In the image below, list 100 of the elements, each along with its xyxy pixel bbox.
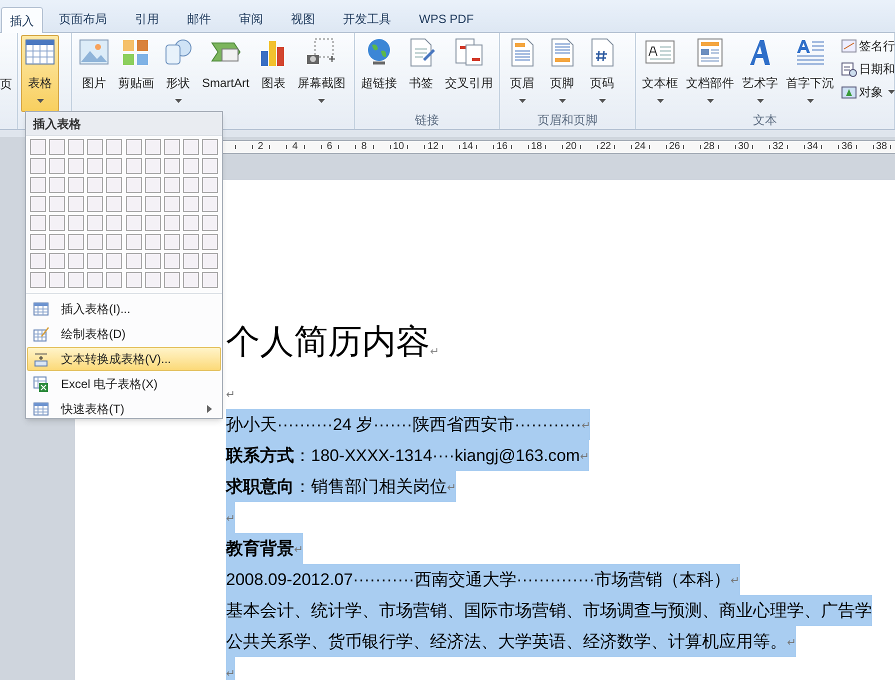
ribbon-button[interactable]: 对象 <box>841 82 895 102</box>
table-grid-cell[interactable] <box>68 234 84 250</box>
table-grid-cell[interactable] <box>49 215 66 231</box>
table-grid-cell[interactable] <box>164 158 180 174</box>
table-grid-cell[interactable] <box>30 253 46 269</box>
ribbon-button[interactable]: 图表 <box>254 35 292 112</box>
table-grid-cell[interactable] <box>49 272 66 288</box>
table-grid-cell[interactable] <box>144 272 161 288</box>
ribbon-tab[interactable]: 页面布局 <box>45 6 121 32</box>
table-grid-cell[interactable] <box>87 177 104 193</box>
ribbon-button[interactable]: 签名行 <box>841 36 895 56</box>
table-grid-cell[interactable] <box>68 177 84 193</box>
ribbon-button[interactable]: 艺术字 <box>739 35 781 112</box>
menu-item[interactable]: 快速表格(T) <box>27 397 221 421</box>
ribbon-tab[interactable]: 插入 <box>1 7 43 33</box>
table-grid-cell[interactable] <box>202 253 218 269</box>
table-grid-cell[interactable] <box>164 215 180 231</box>
menu-item[interactable]: 绘制表格(D) <box>27 322 221 346</box>
table-grid-cell[interactable] <box>106 196 122 212</box>
table-grid-cell[interactable] <box>164 139 180 155</box>
table-grid-cell[interactable] <box>87 215 104 231</box>
table-grid-cell[interactable] <box>106 158 122 174</box>
table-grid-cell[interactable] <box>182 272 199 288</box>
table-grid-cell[interactable] <box>68 158 84 174</box>
ribbon-tab[interactable]: 视图 <box>277 6 329 32</box>
table-grid-cell[interactable] <box>144 139 161 155</box>
table-grid-cell[interactable] <box>87 253 104 269</box>
table-grid-cell[interactable] <box>49 234 66 250</box>
ribbon-button[interactable]: 表格 <box>21 35 59 112</box>
table-grid-cell[interactable] <box>68 196 84 212</box>
table-grid-cell[interactable] <box>68 272 84 288</box>
table-grid-cell[interactable] <box>164 196 180 212</box>
table-grid-cell[interactable] <box>202 215 218 231</box>
table-grid-cell[interactable] <box>87 234 104 250</box>
table-grid-cell[interactable] <box>126 196 142 212</box>
table-grid-cell[interactable] <box>182 158 199 174</box>
table-grid-cell[interactable] <box>182 215 199 231</box>
table-grid-cell[interactable] <box>87 196 104 212</box>
ribbon-button[interactable]: 剪贴画 <box>115 35 157 112</box>
table-grid-cell[interactable] <box>202 158 218 174</box>
table-grid-cell[interactable] <box>126 234 142 250</box>
table-grid-cell[interactable] <box>30 234 46 250</box>
table-grid-cell[interactable] <box>182 196 199 212</box>
ribbon-button[interactable]: 日期和 <box>841 59 895 79</box>
table-grid-cell[interactable] <box>182 234 199 250</box>
table-grid-cell[interactable] <box>30 158 46 174</box>
table-grid-cell[interactable] <box>68 215 84 231</box>
ribbon-button[interactable]: 文本框 <box>639 35 681 112</box>
table-grid-cell[interactable] <box>106 234 122 250</box>
table-grid-cell[interactable] <box>30 215 46 231</box>
ribbon-button[interactable]: 页码 <box>583 35 621 112</box>
ribbon-button[interactable]: 图片 <box>75 35 113 112</box>
table-grid-cell[interactable] <box>49 253 66 269</box>
ribbon-button[interactable]: 页眉 <box>503 35 541 112</box>
table-grid-cell[interactable] <box>30 272 46 288</box>
ribbon-button[interactable]: 首字下沉 <box>783 35 837 112</box>
table-grid-cell[interactable] <box>164 253 180 269</box>
ribbon-button[interactable]: SmartArt <box>199 35 252 112</box>
table-grid-cell[interactable] <box>126 177 142 193</box>
table-grid-cell[interactable] <box>126 215 142 231</box>
table-grid-cell[interactable] <box>49 158 66 174</box>
ribbon-button[interactable]: 超链接 <box>358 35 400 112</box>
table-grid-cell[interactable] <box>68 139 84 155</box>
ribbon-tab[interactable]: 引用 <box>121 6 173 32</box>
table-grid-cell[interactable] <box>106 139 122 155</box>
ribbon-button[interactable]: 页脚 <box>543 35 581 112</box>
table-grid-cell[interactable] <box>164 234 180 250</box>
menu-item[interactable]: 插入表格(I)... <box>27 297 221 321</box>
table-grid-cell[interactable] <box>106 253 122 269</box>
table-grid-cell[interactable] <box>68 253 84 269</box>
table-grid-cell[interactable] <box>202 196 218 212</box>
table-grid-cell[interactable] <box>164 272 180 288</box>
table-grid-cell[interactable] <box>144 215 161 231</box>
ribbon-tab[interactable]: 开发工具 <box>329 6 405 32</box>
table-grid-cell[interactable] <box>202 177 218 193</box>
table-grid-cell[interactable] <box>87 158 104 174</box>
menu-item[interactable]: 文本转换成表格(V)... <box>27 347 221 371</box>
ribbon-tab[interactable]: WPS PDF <box>405 6 488 32</box>
table-grid-cell[interactable] <box>126 139 142 155</box>
table-grid-cell[interactable] <box>182 253 199 269</box>
table-grid-cell[interactable] <box>144 234 161 250</box>
table-grid-cell[interactable] <box>49 139 66 155</box>
table-grid-cell[interactable] <box>202 272 218 288</box>
table-grid-cell[interactable] <box>202 139 218 155</box>
menu-item[interactable]: Excel 电子表格(X) <box>27 372 221 396</box>
table-grid-cell[interactable] <box>106 272 122 288</box>
table-grid-cell[interactable] <box>126 253 142 269</box>
ribbon-tab[interactable]: 审阅 <box>225 6 277 32</box>
table-grid-cell[interactable] <box>30 139 46 155</box>
table-grid-cell[interactable] <box>30 177 46 193</box>
ribbon-button[interactable]: 形状 <box>159 35 197 112</box>
table-grid-cell[interactable] <box>30 196 46 212</box>
table-grid-cell[interactable] <box>164 177 180 193</box>
table-grid-cell[interactable] <box>182 139 199 155</box>
ribbon-tab[interactable]: 邮件 <box>173 6 225 32</box>
table-grid-cell[interactable] <box>49 177 66 193</box>
table-grid-cell[interactable] <box>49 196 66 212</box>
table-grid-cell[interactable] <box>87 272 104 288</box>
table-grid-cell[interactable] <box>202 234 218 250</box>
table-grid-cell[interactable] <box>144 158 161 174</box>
